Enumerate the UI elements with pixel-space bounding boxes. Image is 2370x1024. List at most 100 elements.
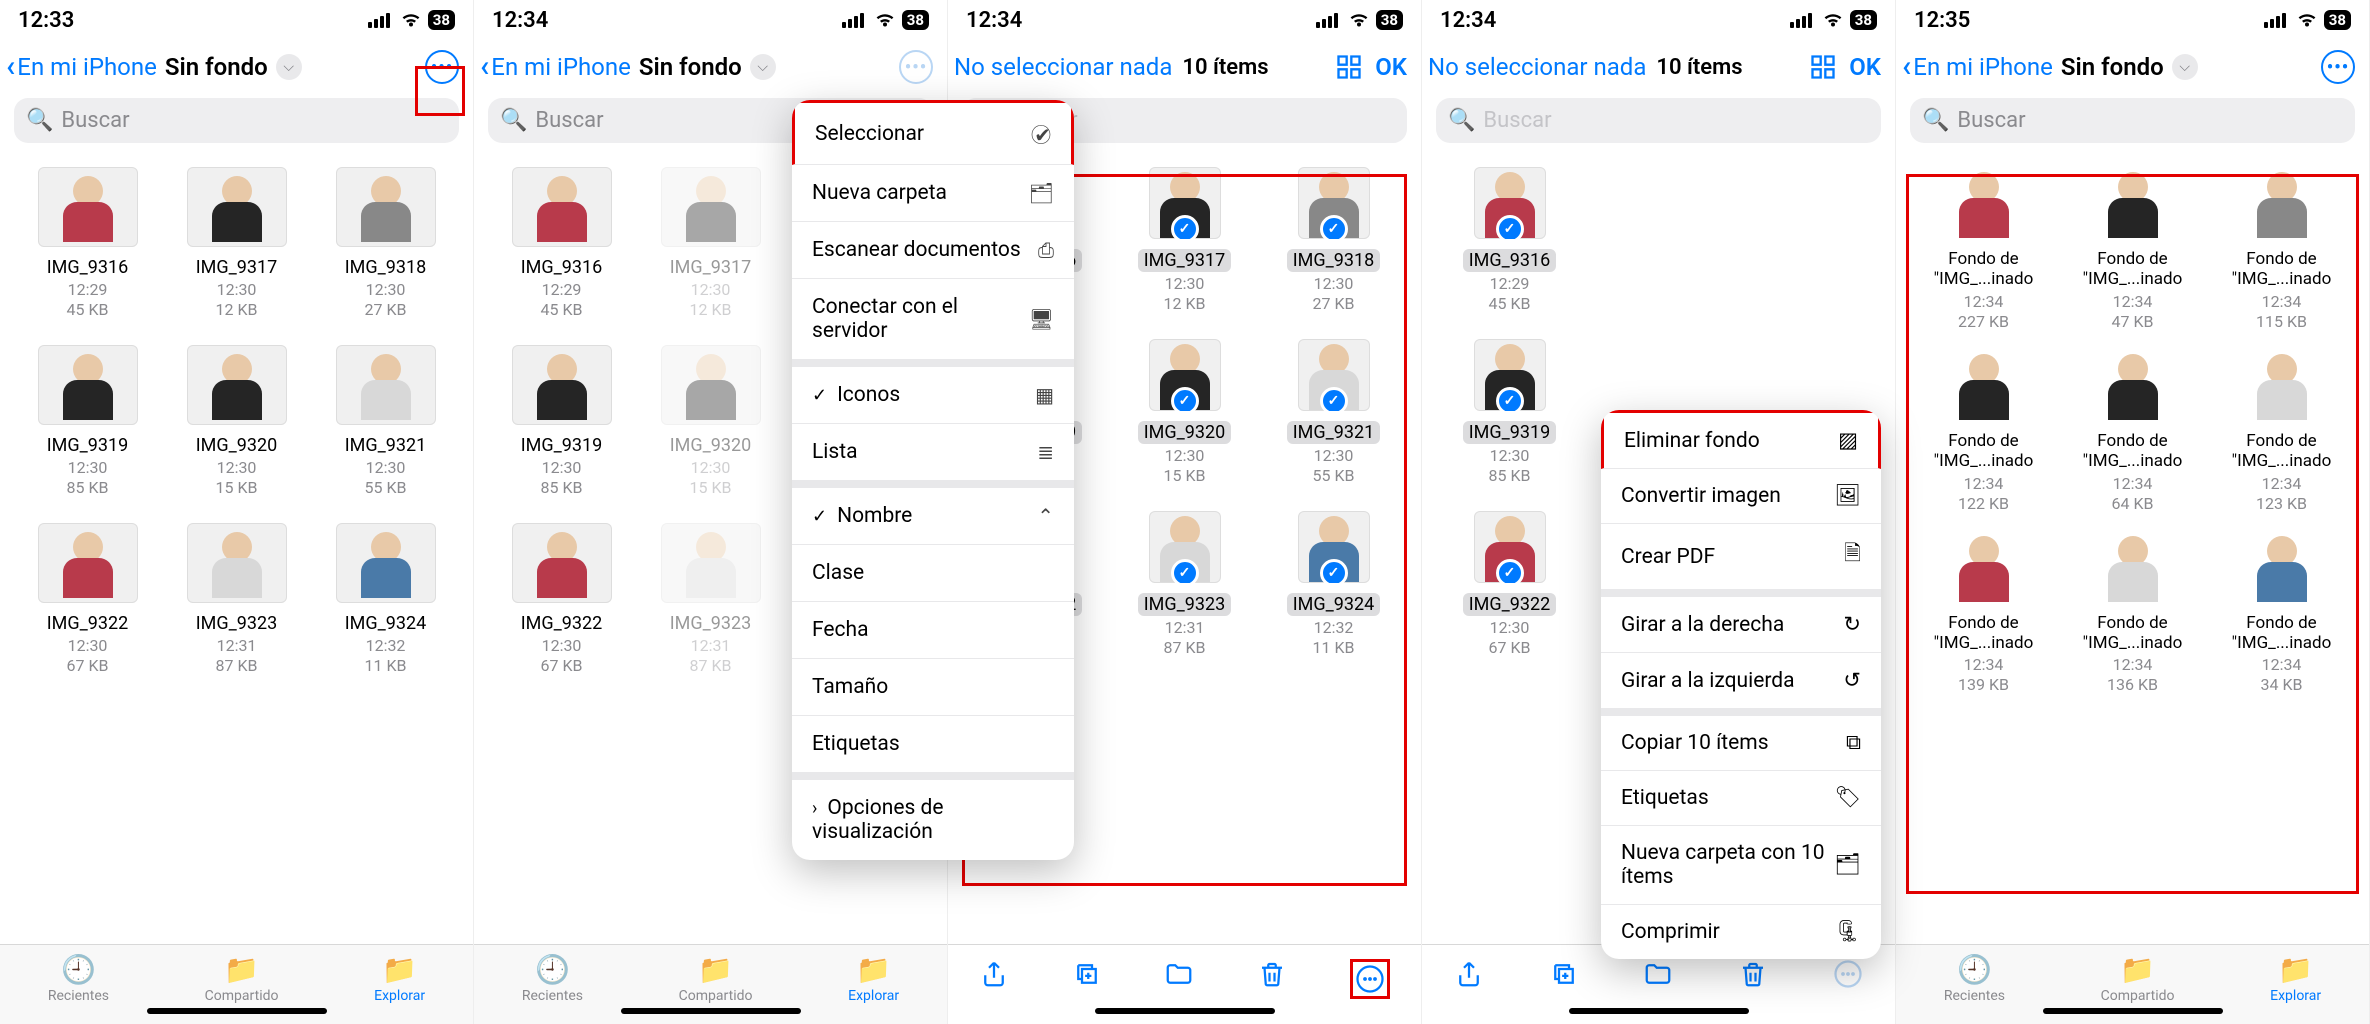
menu-convert[interactable]: Convertir imagen🖼︎ [1601,469,1881,524]
menu-compress[interactable]: Comprimir🗜︎ [1601,905,1881,959]
home-indicator[interactable] [147,1008,327,1014]
view-grid-button[interactable] [1335,53,1363,81]
folder-chevron-icon[interactable]: ⌵ [750,54,776,80]
file-item[interactable]: Fondo de "IMG_...inado12:3447 KB [2063,167,2202,331]
ok-button[interactable]: OK [1375,53,1407,81]
more-actions-button[interactable] [1350,959,1390,999]
file-item[interactable]: IMG_931912:3085 KB [492,345,631,497]
tab-browse[interactable]: 📁Explorar [848,953,899,1004]
trash-icon[interactable] [1257,959,1287,989]
menu-name[interactable]: ✓Nombre⌃ [792,488,1074,545]
search-field[interactable]: 🔍Buscar [14,98,459,143]
menu-rotate-left[interactable]: Girar a la izquierda↺ [1601,653,1881,716]
menu-kind[interactable]: Clase [792,545,1074,602]
file-item[interactable]: Fondo de "IMG_...inado12:34122 KB [1914,349,2053,513]
deselect-button[interactable]: No seleccionar nada [954,53,1172,81]
file-item[interactable]: IMG_932312:3187 KB [167,523,306,675]
file-item[interactable]: IMG_932212:3067 KB [492,523,631,675]
trash-icon[interactable] [1738,959,1768,989]
menu-view-options[interactable]: ›Opciones de visualización [792,780,1074,860]
share-icon[interactable] [1454,959,1484,989]
file-item[interactable]: ✓IMG_932212:3067 KB [1440,511,1579,657]
file-item[interactable]: ✓IMG_931912:3085 KB [1440,339,1579,485]
file-item[interactable]: IMG_931912:3085 KB [18,345,157,497]
tab-shared[interactable]: 📁Compartido [679,953,753,1004]
file-item[interactable]: Fondo de "IMG_...inado12:34139 KB [1914,531,2053,695]
file-item[interactable]: Fondo de "IMG_...inado12:34227 KB [1914,167,2053,331]
menu-size[interactable]: Tamaño [792,659,1074,716]
back-button[interactable]: ‹En mi iPhone [6,52,157,82]
more-button[interactable]: ••• [2321,50,2355,84]
file-item[interactable]: IMG_931712:3012 KB [167,167,306,319]
file-item[interactable]: ✓IMG_932112:3055 KB [1264,339,1403,485]
file-item[interactable]: ✓IMG_931612:2945 KB [1440,167,1579,313]
file-item[interactable]: Fondo de "IMG_...inado12:34123 KB [2212,349,2351,513]
menu-new-folder-items[interactable]: Nueva carpeta con 10 ítems🗂︎ [1601,826,1881,905]
tab-browse[interactable]: 📁Explorar [374,953,425,1004]
duplicate-icon[interactable] [1549,959,1579,989]
more-button[interactable]: ••• [899,50,933,84]
menu-date[interactable]: Fecha [792,602,1074,659]
back-button[interactable]: ‹En mi iPhone [480,52,631,82]
file-item[interactable]: Fondo de "IMG_...inado12:34115 KB [2212,167,2351,331]
battery-icon: 38 [1850,10,1877,30]
file-item[interactable]: IMG_932312:3187 KB [641,523,780,675]
tab-recents[interactable]: 🕘Recientes [522,953,583,1004]
file-item[interactable]: IMG_932012:3015 KB [167,345,306,497]
ok-button[interactable]: OK [1849,53,1881,81]
search-field[interactable]: 🔍Buscar [1910,98,2355,143]
file-name: Fondo de "IMG_...inado [2216,613,2348,654]
file-item[interactable]: IMG_932112:3055 KB [316,345,455,497]
tab-recents[interactable]: 🕘Recientes [1944,953,2005,1004]
file-item[interactable]: IMG_931812:3027 KB [316,167,455,319]
file-item[interactable]: IMG_931712:3012 KB [641,167,780,319]
menu-rotate-right[interactable]: Girar a la derecha↻ [1601,597,1881,653]
file-item[interactable]: ✓IMG_931712:3012 KB [1115,167,1254,313]
file-item[interactable]: IMG_931612:2945 KB [18,167,157,319]
view-grid-button[interactable] [1809,53,1837,81]
menu-icons[interactable]: ✓Iconos▦ [792,367,1074,424]
menu-connect[interactable]: Conectar con el servidor🖥︎ [792,279,1074,367]
file-item[interactable]: Fondo de "IMG_...inado12:34136 KB [2063,531,2202,695]
search-field: 🔍Buscar [1436,98,1881,143]
menu-tags[interactable]: Etiquetas [792,716,1074,780]
move-folder-icon[interactable] [1164,959,1194,989]
file-name: Fondo de "IMG_...inado [1918,431,2050,472]
menu-new-folder[interactable]: Nueva carpeta🗂︎ [792,165,1074,222]
tab-shared[interactable]: 📁Compartido [205,953,279,1004]
folder-chevron-icon[interactable]: ⌵ [2172,54,2198,80]
file-item[interactable]: ✓IMG_932012:3015 KB [1115,339,1254,485]
home-indicator[interactable] [1095,1008,1275,1014]
file-item[interactable]: Fondo de "IMG_...inado12:3464 KB [2063,349,2202,513]
file-item[interactable]: ✓IMG_932412:3211 KB [1264,511,1403,657]
deselect-button[interactable]: No seleccionar nada [1428,53,1646,81]
file-item[interactable]: IMG_932212:3067 KB [18,523,157,675]
menu-list[interactable]: Lista≣ [792,424,1074,488]
menu-remove-bg[interactable]: Eliminar fondo▨ [1601,410,1881,469]
tab-browse[interactable]: 📁Explorar [2270,953,2321,1004]
file-item[interactable]: Fondo de "IMG_...inado12:3434 KB [2212,531,2351,695]
menu-pdf[interactable]: Crear PDF🗎 [1601,524,1881,597]
menu-select[interactable]: Seleccionar✔︎⃝ [792,100,1074,165]
move-folder-icon[interactable] [1643,959,1673,989]
share-icon[interactable] [979,959,1009,989]
back-button[interactable]: ‹En mi iPhone [1902,52,2053,82]
tab-shared[interactable]: 📁Compartido [2101,953,2175,1004]
file-size: 27 KB [1313,294,1355,313]
folder-chevron-icon[interactable]: ⌵ [276,54,302,80]
file-item[interactable]: IMG_932412:3211 KB [316,523,455,675]
menu-copy[interactable]: Copiar 10 ítems⧉ [1601,716,1881,771]
home-indicator[interactable] [1569,1008,1749,1014]
more-actions-button[interactable] [1833,959,1863,989]
home-indicator[interactable] [621,1008,801,1014]
menu-scan[interactable]: Escanear documentos⎙ [792,222,1074,279]
signal-icon [368,12,394,28]
file-item[interactable]: ✓IMG_931812:3027 KB [1264,167,1403,313]
file-item[interactable]: IMG_931612:2945 KB [492,167,631,319]
menu-tags[interactable]: Etiquetas🏷︎ [1601,771,1881,826]
file-item[interactable]: IMG_932012:3015 KB [641,345,780,497]
tab-recents[interactable]: 🕘Recientes [48,953,109,1004]
home-indicator[interactable] [2043,1008,2223,1014]
duplicate-icon[interactable] [1072,959,1102,989]
file-item[interactable]: ✓IMG_932312:3187 KB [1115,511,1254,657]
